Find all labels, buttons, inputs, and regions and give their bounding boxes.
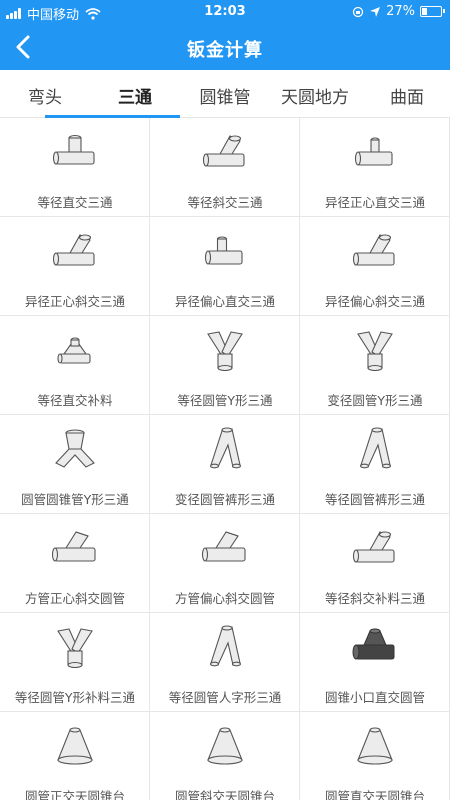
grid-item-label: 圆管直交天圆锥台 xyxy=(324,789,425,800)
grid-item-label: 等径圆管Y形三通 xyxy=(177,393,273,408)
grid-item[interactable]: 圆管直交天圆锥台 xyxy=(300,712,450,800)
grid-item-label: 等径斜交补料三通 xyxy=(324,591,425,606)
cone-frustum-icon xyxy=(357,727,393,765)
item-grid: 等径直交三通 等径斜交三通 异径正心直交三通异径正心斜交三通 异径偏心直交三通 异径偏心… xyxy=(0,118,450,800)
grid-item[interactable]: 等径斜交补料三通 xyxy=(300,514,450,613)
status-right: 27% xyxy=(352,4,445,19)
grid-item-label: 圆管圆锥管Y形三通 xyxy=(21,492,129,507)
tab-square-to-round[interactable]: 天圆地方 xyxy=(270,83,360,108)
grid-item-label: 方管偏心斜交圆管 xyxy=(174,591,275,606)
grid-item[interactable]: 圆锥小口直交圆管 xyxy=(300,613,450,712)
grid-item-label: 等径圆管人字形三通 xyxy=(168,690,282,705)
grid-item[interactable]: 等径斜交三通 xyxy=(150,118,300,217)
y-tee-icon xyxy=(357,331,393,371)
grid-item-label: 等径直交三通 xyxy=(37,195,113,210)
nav-bar: 钣金计算 xyxy=(0,24,450,70)
pants-tee-icon xyxy=(359,427,392,469)
grid-item[interactable]: 等径圆管Y形三通 xyxy=(150,316,300,415)
grid-item[interactable]: 圆管正交天圆锥台 xyxy=(0,712,150,800)
grid-item[interactable]: 等径圆管人字形三通 xyxy=(150,613,300,712)
y-tee-icon xyxy=(207,331,243,371)
grid-item-label: 异径正心斜交三通 xyxy=(24,294,125,309)
cone-frustum-icon xyxy=(57,727,93,765)
grid-item[interactable]: 异径正心斜交三通 xyxy=(0,217,150,316)
grid-item[interactable]: 方管正心斜交圆管 xyxy=(0,514,150,613)
grid-item[interactable]: 等径直交补料 xyxy=(0,316,150,415)
tab-cone[interactable]: 圆锥管 xyxy=(185,83,265,108)
grid-item[interactable]: 等径圆管裤形三通 xyxy=(300,415,450,514)
status-bar: 中国移动 12:03 27% xyxy=(0,0,450,24)
grid-item-label: 变径圆管Y形三通 xyxy=(327,393,423,408)
grid-item[interactable]: 圆管圆锥管Y形三通 xyxy=(0,415,150,514)
y-tee-icon xyxy=(57,628,93,668)
grid-item-label: 异径偏心斜交三通 xyxy=(324,294,425,309)
square-round-icon xyxy=(201,531,246,562)
grid-item-label: 等径斜交三通 xyxy=(187,195,263,210)
tab-curved-surface[interactable]: 曲面 xyxy=(372,83,442,108)
pants-tee-icon xyxy=(209,625,242,667)
tab-tee[interactable]: 三通 xyxy=(95,83,175,108)
grid-item[interactable]: 方管偏心斜交圆管 xyxy=(150,514,300,613)
tee-straight-icon xyxy=(52,134,95,165)
category-tabs: 弯头 三通 圆锥管 天圆地方 曲面 xyxy=(0,70,450,118)
grid-item-label: 等径直交补料 xyxy=(37,393,113,408)
grid-item[interactable]: 异径偏心直交三通 xyxy=(150,217,300,316)
tee-oblique-icon xyxy=(52,234,95,266)
tab-elbow[interactable]: 弯头 xyxy=(10,83,80,108)
grid-item-label: 圆锥小口直交圆管 xyxy=(324,690,425,705)
battery-percent: 27% xyxy=(386,4,415,19)
tee-reducing-icon xyxy=(354,137,393,166)
grid-item-label: 圆管正交天圆锥台 xyxy=(24,789,125,800)
grid-item[interactable]: 变径圆管Y形三通 xyxy=(300,316,450,415)
tee-offset-icon xyxy=(204,236,243,265)
grid-item-label: 等径圆管Y形补料三通 xyxy=(14,690,136,705)
tee-oblique-icon xyxy=(352,531,395,563)
grid-item[interactable]: 等径直交三通 xyxy=(0,118,150,217)
square-round-icon xyxy=(51,531,96,562)
grid-item-label: 异径正心直交三通 xyxy=(324,195,425,210)
battery-icon xyxy=(420,6,445,17)
location-icon xyxy=(370,6,381,17)
tee-patch-icon xyxy=(57,337,91,364)
cone-tee-icon xyxy=(352,628,395,660)
grid-item[interactable]: 变径圆管裤形三通 xyxy=(150,415,300,514)
grid-item[interactable]: 异径偏心斜交三通 xyxy=(300,217,450,316)
grid-item-label: 变径圆管裤形三通 xyxy=(174,492,275,507)
grid-item[interactable]: 等径圆管Y形补料三通 xyxy=(0,613,150,712)
grid-item-label: 圆管斜交天圆锥台 xyxy=(174,789,275,800)
pants-tee-icon xyxy=(209,427,242,469)
cone-frustum-icon xyxy=(207,727,243,765)
grid-item-label: 方管正心斜交圆管 xyxy=(24,591,125,606)
grid-item[interactable]: 异径正心直交三通 xyxy=(300,118,450,217)
grid-item[interactable]: 圆管斜交天圆锥台 xyxy=(150,712,300,800)
grid-item-label: 异径偏心直交三通 xyxy=(174,294,275,309)
y-cone-tee-icon xyxy=(55,429,95,468)
tee-oblique-icon xyxy=(202,135,245,167)
page-title: 钣金计算 xyxy=(187,40,263,61)
grid-item-label: 等径圆管裤形三通 xyxy=(324,492,425,507)
tee-oblique-icon xyxy=(352,234,395,266)
rotation-lock-icon xyxy=(352,6,364,17)
